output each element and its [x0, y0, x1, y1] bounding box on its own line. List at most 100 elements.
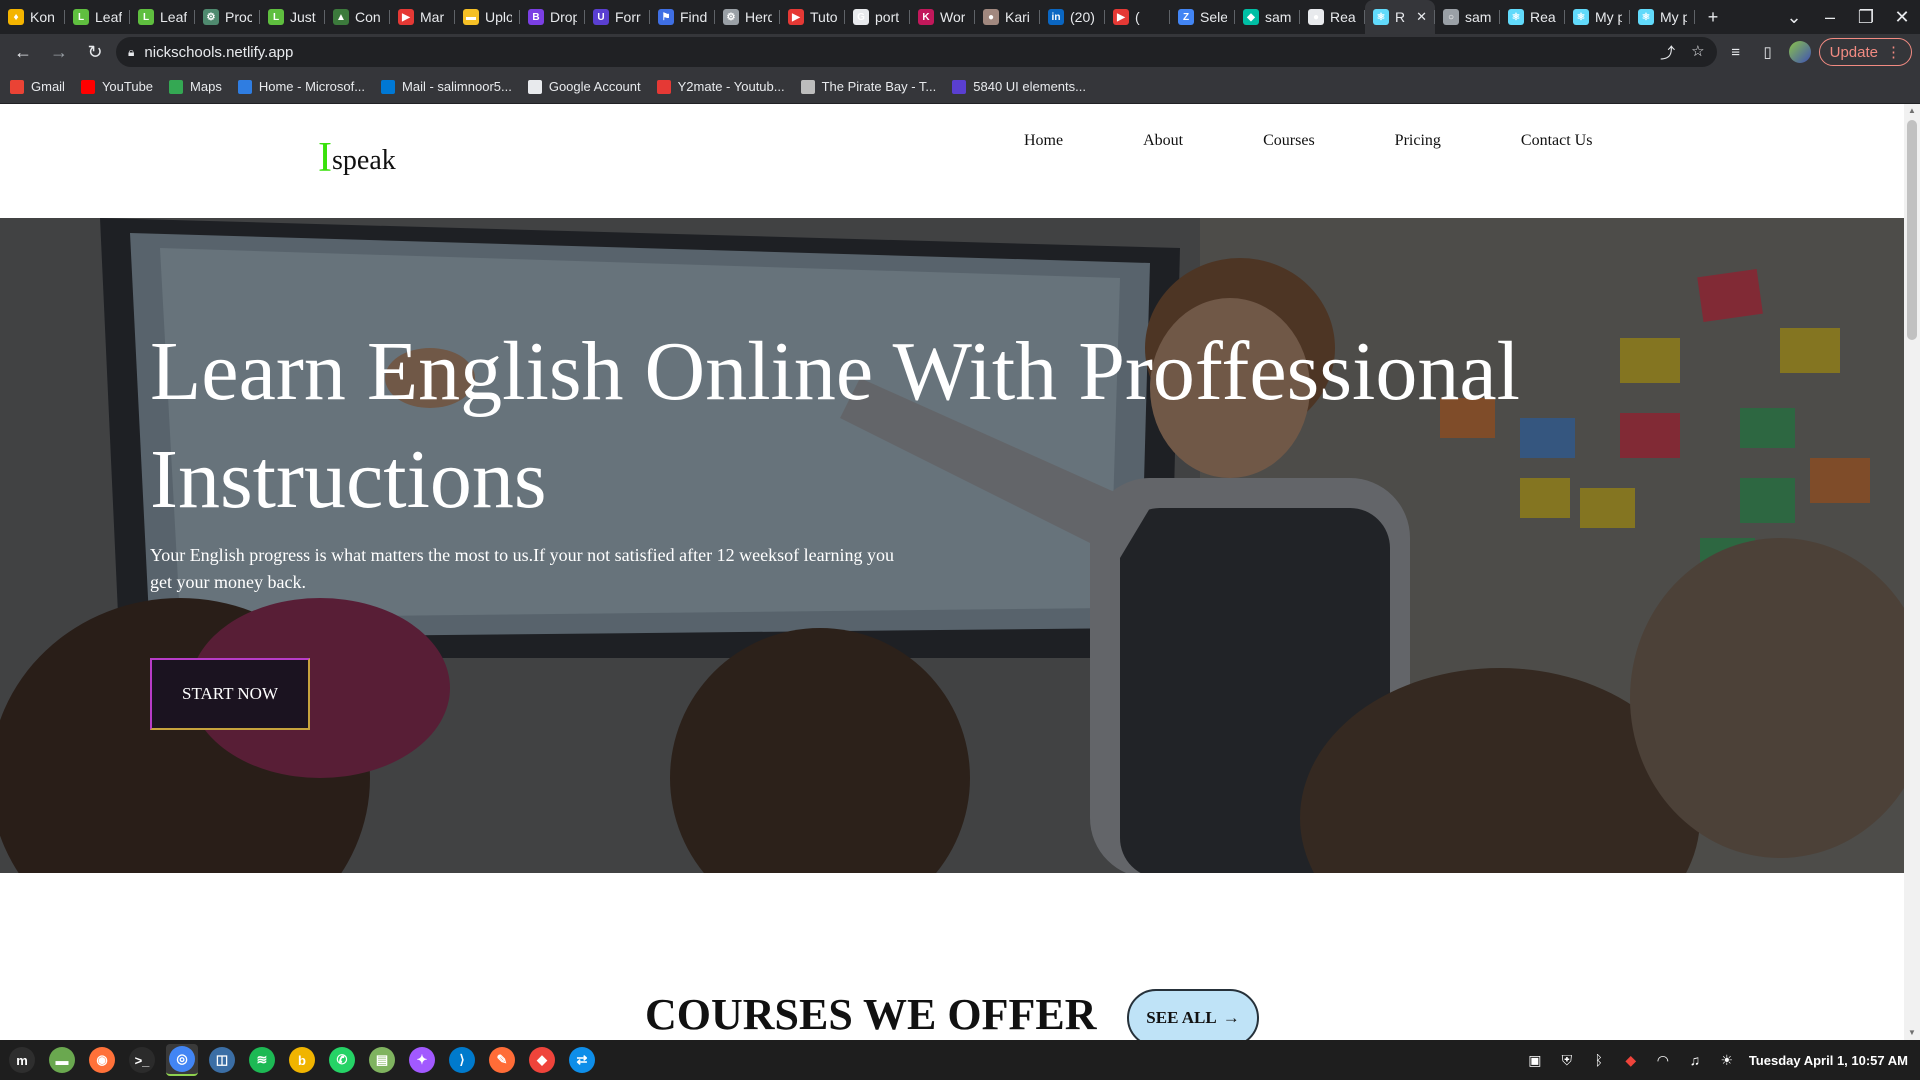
browser-tab[interactable]: ▲ Con — [325, 0, 390, 34]
chrome-app-icon[interactable]: ◎ — [166, 1044, 198, 1076]
folder-app-icon[interactable]: ▤ — [366, 1044, 398, 1076]
brightness-icon[interactable]: ☀ — [1717, 1050, 1737, 1070]
scroll-up-icon[interactable]: ▲ — [1904, 104, 1920, 118]
browser-tab[interactable]: ● Kari — [975, 0, 1040, 34]
shield-icon[interactable]: ⛨ — [1557, 1050, 1577, 1070]
share-icon[interactable]: ⤴ — [1660, 42, 1675, 63]
start-now-button[interactable]: START NOW — [150, 658, 310, 730]
browser-tab[interactable]: ◆ sam — [1235, 0, 1300, 34]
new-tab-button[interactable]: + — [1695, 0, 1731, 34]
browser-tab[interactable]: L Leaf — [130, 0, 195, 34]
browser-tab[interactable]: ○ sam — [1435, 0, 1500, 34]
browser-tab[interactable]: ⚛ My p — [1630, 0, 1695, 34]
browser-tab[interactable]: L Just — [260, 0, 325, 34]
media-queue-icon[interactable]: ≡ — [1723, 39, 1749, 65]
page-scrollbar[interactable]: ▲ ▼ — [1904, 104, 1920, 1040]
bookmark-item[interactable]: 5840 UI elements... — [952, 79, 1086, 94]
anydesk-app-icon[interactable]: ◆ — [526, 1044, 558, 1076]
bookmark-item[interactable]: Maps — [169, 79, 222, 94]
back-arrow-icon[interactable]: ← — [8, 37, 38, 67]
forward-arrow-icon[interactable]: → — [44, 37, 74, 67]
tab-search-icon[interactable]: ⌄ — [1776, 0, 1812, 34]
browser-tab[interactable]: L Leaf — [65, 0, 130, 34]
browser-tab[interactable]: Z Sele — [1170, 0, 1235, 34]
scroll-down-icon[interactable]: ▼ — [1904, 1026, 1920, 1040]
teamviewer-app-icon[interactable]: ⇄ — [566, 1044, 598, 1076]
bookmark-star-icon[interactable]: ☆ — [1691, 42, 1704, 63]
nav-courses[interactable]: Courses — [1263, 132, 1315, 150]
wifi-icon[interactable]: ◠ — [1653, 1050, 1673, 1070]
profile-avatar[interactable] — [1787, 39, 1813, 65]
tab-title: Herd — [745, 9, 772, 25]
firefox-app-icon[interactable]: ◉ — [86, 1044, 118, 1076]
reload-icon[interactable]: ↻ — [80, 37, 110, 67]
bookmark-label: Maps — [190, 79, 222, 94]
site-logo[interactable]: Ispeak — [318, 134, 396, 182]
see-all-button[interactable]: SEE ALL → — [1127, 989, 1259, 1040]
browser-tab-strip: ♦ Kon L Leaf L Leaf ⚙ Proc L Just ▲ Con ▶ Mar ▬ Uplo B Dr… — [0, 0, 1920, 34]
clock[interactable]: Tuesday April 1, 10:57 AM — [1749, 1053, 1908, 1068]
tab-favicon-icon: ▶ — [1113, 9, 1129, 25]
url-text[interactable]: nickschools.netlify.app — [144, 44, 293, 61]
side-panel-icon[interactable]: ▯ — [1755, 39, 1781, 65]
whatsapp-app-icon[interactable]: ✆ — [326, 1044, 358, 1076]
anydesk-icon: ◆ — [529, 1047, 555, 1073]
nav-pricing[interactable]: Pricing — [1395, 132, 1441, 150]
anydesk-tray-icon[interactable]: ◆ — [1621, 1050, 1641, 1070]
browser-tab[interactable]: ⚛ Rea — [1500, 0, 1565, 34]
bookmark-item[interactable]: Mail - salimnoor5... — [381, 79, 512, 94]
tab-favicon-icon: ⚙ — [723, 9, 739, 25]
files-green-app-icon[interactable]: ▬ — [46, 1044, 78, 1076]
bitwarden-app-icon[interactable]: b — [286, 1044, 318, 1076]
browser-tab[interactable]: K Wor — [910, 0, 975, 34]
tab-favicon-icon: L — [73, 9, 89, 25]
browser-tab[interactable]: in (20) — [1040, 0, 1105, 34]
browser-tab[interactable]: ⚛ My p — [1565, 0, 1630, 34]
bookmark-item[interactable]: Home - Microsof... — [237, 79, 365, 94]
close-tab-icon[interactable]: ✕ — [1416, 9, 1427, 25]
minimize-icon[interactable]: – — [1812, 0, 1848, 34]
scrollbar-thumb[interactable] — [1907, 120, 1917, 340]
browser-tab[interactable]: ⚑ Find — [650, 0, 715, 34]
music-note-icon[interactable]: ♫ — [1685, 1050, 1705, 1070]
browser-tab[interactable]: Gport — [845, 0, 910, 34]
close-window-icon[interactable]: ✕ — [1884, 0, 1920, 34]
browser-tab[interactable]: ● Rea — [1300, 0, 1365, 34]
browser-tab[interactable]: U Forr — [585, 0, 650, 34]
browser-tab[interactable]: ▶( — [1105, 0, 1170, 34]
postman-app-icon[interactable]: ✎ — [486, 1044, 518, 1076]
screenshot-app-icon[interactable]: ◫ — [206, 1044, 238, 1076]
bookmark-item[interactable]: YouTube — [80, 79, 153, 94]
terminal-app-icon[interactable]: >_ — [126, 1044, 158, 1076]
menu-app-icon[interactable]: m — [6, 1044, 38, 1076]
bookmark-item[interactable]: Y2mate - Youtub... — [656, 79, 785, 94]
spotify-app-icon[interactable]: ≋ — [246, 1044, 278, 1076]
vscode-app-icon[interactable]: ⟩ — [446, 1044, 478, 1076]
clipboard-icon[interactable]: ▣ — [1525, 1050, 1545, 1070]
address-bar[interactable]: 🔒︎ nickschools.netlify.app ⤴ ☆ — [116, 37, 1717, 67]
toolbar: ← → ↻ 🔒︎ nickschools.netlify.app ⤴ ☆ ≡ ▯… — [0, 34, 1920, 70]
nav-home[interactable]: Home — [1024, 132, 1063, 150]
bookmark-item[interactable]: Gmail — [10, 79, 65, 94]
nav-about[interactable]: About — [1143, 132, 1183, 150]
tab-title: Leaf — [160, 9, 187, 25]
nav-contact-us[interactable]: Contact Us — [1521, 132, 1593, 150]
restore-icon[interactable]: ❐ — [1848, 0, 1884, 34]
browser-tab[interactable]: ♦ Kon — [0, 0, 65, 34]
tab-title: Kon — [30, 9, 55, 25]
update-button[interactable]: Update ⋮ — [1818, 38, 1912, 66]
bookmark-item[interactable]: The Pirate Bay - T... — [800, 79, 936, 94]
browser-tab[interactable]: B Drop — [520, 0, 585, 34]
bookmark-label: Google Account — [548, 79, 641, 94]
browser-tab[interactable]: ⚙ Proc — [195, 0, 260, 34]
browser-tab[interactable]: ⚙ Herd — [715, 0, 780, 34]
browser-tab[interactable]: ▶ Tuto — [780, 0, 845, 34]
bookmark-favicon-icon — [952, 79, 967, 94]
firefox-icon: ◉ — [89, 1047, 115, 1073]
browser-tab[interactable]: ⚛ R ✕ — [1365, 0, 1435, 34]
browser-tab[interactable]: ▶ Mar — [390, 0, 455, 34]
bookmark-item[interactable]: Google Account — [527, 79, 641, 94]
browser-tab[interactable]: ▬ Uplo — [455, 0, 520, 34]
figma-app-icon[interactable]: ✦ — [406, 1044, 438, 1076]
bluetooth-icon[interactable]: ᛒ — [1589, 1050, 1609, 1070]
